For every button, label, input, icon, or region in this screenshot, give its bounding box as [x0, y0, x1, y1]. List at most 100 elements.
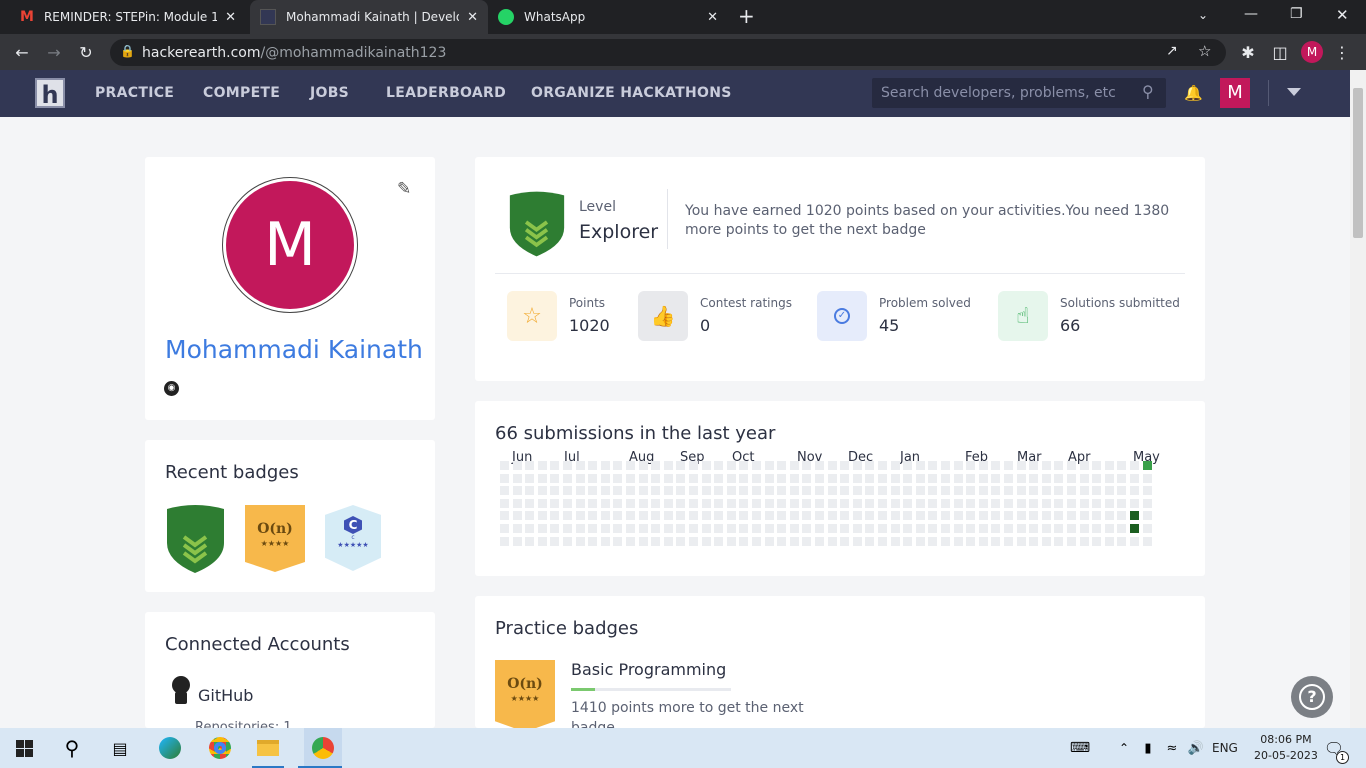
heatmap-cell[interactable]: [777, 498, 787, 508]
heatmap-cell[interactable]: [1029, 486, 1039, 496]
heatmap-cell[interactable]: [764, 486, 774, 496]
heatmap-cell[interactable]: [663, 461, 673, 470]
nav-compete[interactable]: COMPETE: [203, 70, 280, 117]
heatmap-cell[interactable]: [512, 498, 522, 508]
heatmap-cell[interactable]: [689, 524, 698, 533]
heatmap-cell[interactable]: [500, 511, 509, 521]
heatmap-cell[interactable]: [525, 536, 535, 546]
bell-icon[interactable]: 🔔: [1184, 84, 1203, 102]
heatmap-cell[interactable]: [752, 461, 761, 470]
heatmap-cell[interactable]: [651, 524, 661, 533]
heatmap-cell[interactable]: [1041, 473, 1051, 483]
heatmap-cell[interactable]: [1054, 511, 1064, 521]
heatmap-cell[interactable]: [752, 524, 761, 533]
heatmap-cell[interactable]: [613, 473, 623, 483]
reload-icon[interactable]: ↻: [74, 40, 98, 64]
heatmap-cell[interactable]: [1079, 511, 1089, 521]
heatmap-cell[interactable]: [1104, 524, 1114, 533]
heatmap-cell[interactable]: [915, 524, 925, 533]
heatmap-cell[interactable]: [890, 536, 900, 546]
heatmap-cell[interactable]: [575, 498, 585, 508]
heatmap-cell[interactable]: [941, 511, 950, 521]
heatmap-cell[interactable]: [1004, 524, 1013, 533]
heatmap-cell[interactable]: [537, 486, 547, 496]
heatmap-cell[interactable]: [1117, 524, 1127, 533]
heatmap-cell[interactable]: [991, 536, 1001, 546]
heatmap-cell[interactable]: [903, 486, 913, 496]
heatmap-cell[interactable]: [537, 498, 547, 508]
heatmap-cell[interactable]: [915, 536, 925, 546]
heatmap-cell[interactable]: [1054, 486, 1064, 496]
heatmap-cell[interactable]: [600, 511, 610, 521]
heatmap-cell[interactable]: [1054, 498, 1064, 508]
heatmap-cell[interactable]: [663, 486, 673, 496]
heatmap-cell[interactable]: [588, 473, 598, 483]
heatmap-cell[interactable]: [1142, 473, 1152, 483]
heatmap-cell[interactable]: [1079, 461, 1089, 470]
heatmap-cell[interactable]: [827, 536, 837, 546]
heatmap-cell[interactable]: [789, 524, 799, 533]
heatmap-cell[interactable]: [752, 473, 761, 483]
share-icon[interactable]: ↗: [1166, 43, 1178, 59]
heatmap-cell[interactable]: [550, 524, 560, 533]
heatmap-cell[interactable]: [512, 473, 522, 483]
heatmap-cell[interactable]: [752, 498, 761, 508]
heatmap-cell[interactable]: [890, 511, 900, 521]
heatmap-cell[interactable]: [701, 461, 711, 470]
heatmap-cell[interactable]: [689, 511, 698, 521]
heatmap-cell[interactable]: [865, 486, 875, 496]
heatmap-cell[interactable]: [878, 511, 887, 521]
heatmap-cell[interactable]: [739, 486, 749, 496]
heatmap-cell[interactable]: [815, 536, 824, 546]
heatmap-cell[interactable]: [878, 473, 887, 483]
scrollbar-thumb[interactable]: [1353, 88, 1363, 238]
heatmap-cell[interactable]: [840, 461, 850, 470]
heatmap-cell[interactable]: [852, 524, 862, 533]
heatmap-cell[interactable]: [1104, 461, 1114, 470]
heatmap-cell[interactable]: [1092, 461, 1102, 470]
forward-icon[interactable]: →: [42, 40, 66, 64]
heatmap-cell[interactable]: [613, 536, 623, 546]
volume-icon[interactable]: 🔊: [1182, 734, 1210, 762]
heatmap-cell[interactable]: [575, 473, 585, 483]
heatmap-cell[interactable]: [1104, 473, 1114, 483]
heatmap-cell[interactable]: [1016, 486, 1026, 496]
heatmap-cell[interactable]: [928, 511, 938, 521]
heatmap-cell[interactable]: [991, 461, 1001, 470]
heatmap-cell[interactable]: [714, 524, 724, 533]
heatmap-cell[interactable]: [676, 524, 686, 533]
heatmap-cell[interactable]: [789, 486, 799, 496]
heatmap-cell[interactable]: [638, 524, 648, 533]
heatmap-cell[interactable]: [941, 536, 950, 546]
heatmap-cell[interactable]: [563, 461, 572, 470]
heatmap-cell[interactable]: [676, 473, 686, 483]
heatmap-cell[interactable]: [764, 498, 774, 508]
heatmap-cell[interactable]: [941, 486, 950, 496]
heatmap-cell[interactable]: [663, 473, 673, 483]
heatmap-cell[interactable]: [890, 498, 900, 508]
heatmap-cell[interactable]: [739, 524, 749, 533]
help-button[interactable]: ?: [1291, 676, 1333, 718]
heatmap-cell[interactable]: [1016, 461, 1026, 470]
heatmap-cell[interactable]: [550, 498, 560, 508]
heatmap-cell[interactable]: [588, 498, 598, 508]
heatmap-cell[interactable]: [777, 524, 787, 533]
heatmap-cell[interactable]: [1067, 498, 1076, 508]
heatmap-cell[interactable]: [689, 473, 698, 483]
heatmap-cell[interactable]: [537, 473, 547, 483]
heatmap-cell[interactable]: [903, 473, 913, 483]
heatmap-cell[interactable]: [613, 461, 623, 470]
heatmap-cell[interactable]: [852, 536, 862, 546]
edge-icon[interactable]: [156, 734, 184, 762]
heatmap-cell[interactable]: [928, 536, 938, 546]
heatmap-cell[interactable]: [550, 536, 560, 546]
heatmap-cell[interactable]: [928, 461, 938, 470]
language-indicator[interactable]: ENG: [1212, 741, 1238, 755]
heatmap-cell[interactable]: [978, 536, 988, 546]
heatmap-cell[interactable]: [588, 536, 598, 546]
heatmap-cell[interactable]: [1130, 498, 1139, 508]
heatmap-cell[interactable]: [626, 461, 635, 470]
heatmap-cell[interactable]: [978, 524, 988, 533]
heatmap-cell[interactable]: [600, 524, 610, 533]
heatmap-cell[interactable]: [915, 486, 925, 496]
